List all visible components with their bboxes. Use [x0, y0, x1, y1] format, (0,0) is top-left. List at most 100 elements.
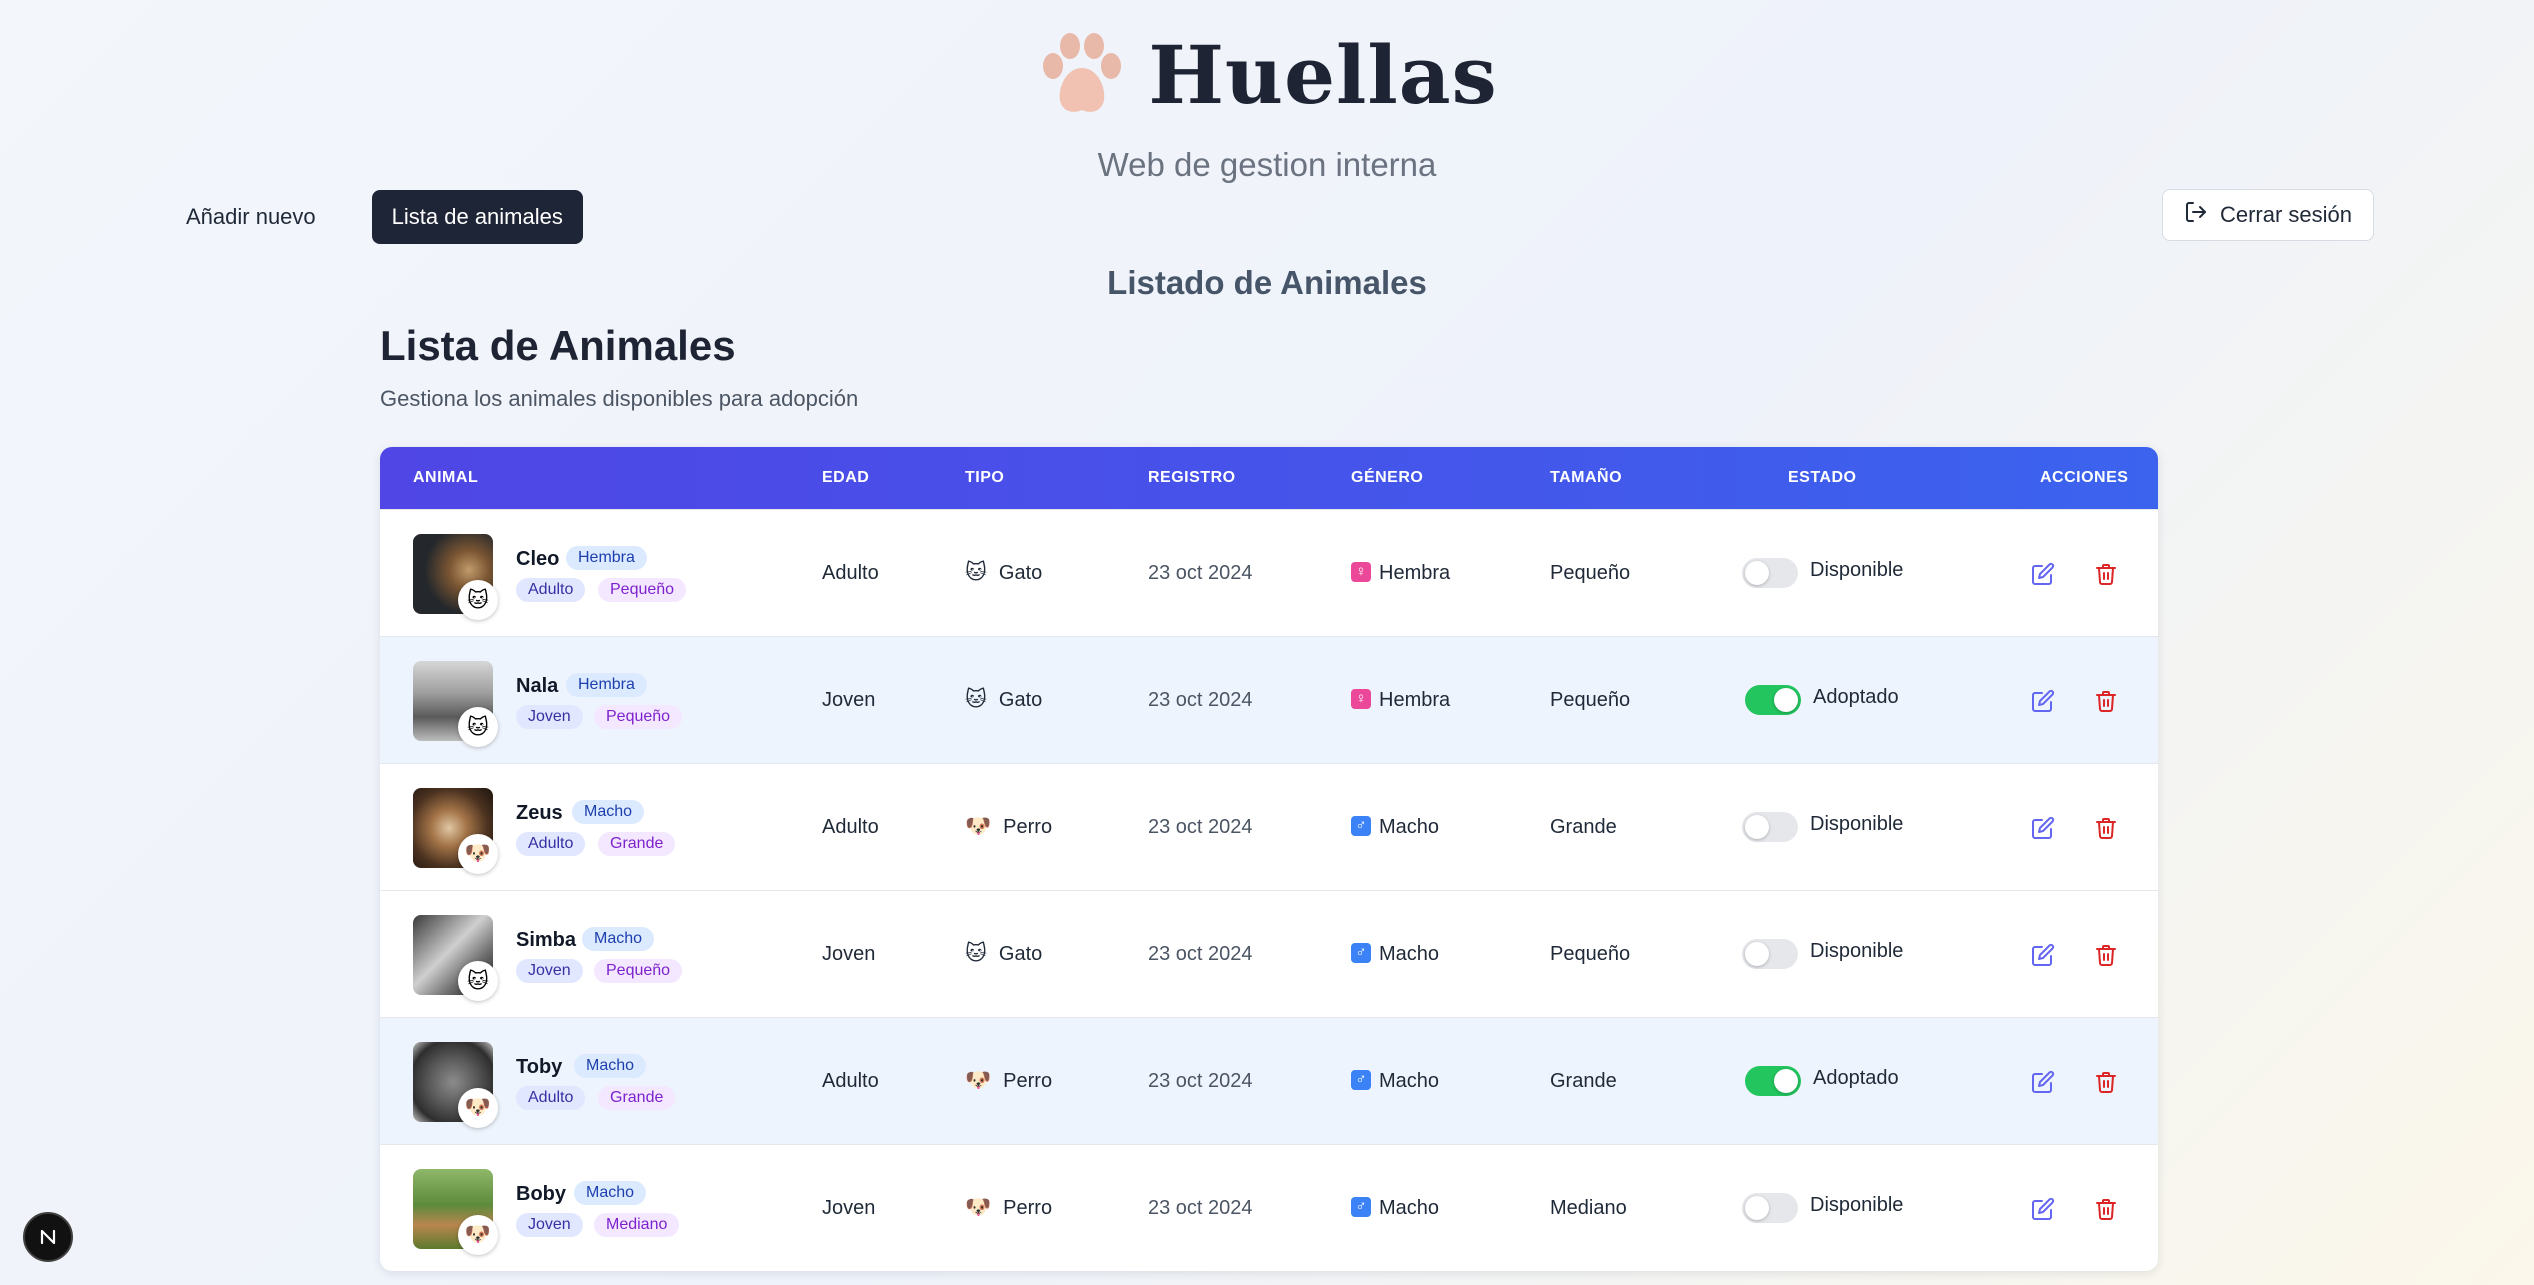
size-cell: Grande — [1550, 816, 1617, 838]
trash-icon — [2096, 1199, 2116, 1220]
delete-button[interactable] — [2092, 941, 2120, 969]
edit-icon — [2032, 943, 2055, 966]
animal-name: Toby — [516, 1056, 563, 1078]
cat-icon: 🐱 — [965, 688, 987, 711]
status-label: Disponible — [1810, 559, 1904, 581]
delete-button[interactable] — [2092, 1195, 2120, 1223]
gender-badge: Macho — [582, 927, 655, 951]
animal-name: Zeus — [516, 802, 563, 824]
female-icon: ♀ — [1351, 561, 1371, 582]
edit-button[interactable] — [2029, 687, 2057, 715]
animal-name: Cleo — [516, 548, 560, 570]
size-badge: Grande — [598, 832, 676, 856]
nav-add-new[interactable]: Añadir nuevo — [170, 190, 332, 244]
status-toggle[interactable] — [1745, 685, 1801, 715]
age-cell: Adulto — [822, 1070, 879, 1092]
toggle-knob — [1774, 688, 1798, 712]
edit-button[interactable] — [2029, 941, 2057, 969]
table-row: 🐱 Cleo Hembra Adulto Pequeño Adulto 🐱 Gat… — [380, 509, 2158, 636]
header-animal: ANIMAL — [413, 469, 479, 486]
cat-icon: 🐱 — [458, 707, 498, 747]
size-cell: Mediano — [1550, 1197, 1627, 1219]
status-toggle[interactable] — [1742, 558, 1798, 588]
status-label: Disponible — [1810, 1194, 1904, 1216]
header-registered: REGISTRO — [1148, 469, 1236, 486]
type-cell: 🐶 Perro — [965, 764, 1052, 890]
header-actions: ACCIONES — [2040, 469, 2129, 486]
table-row: 🐶 Zeus Macho Adulto Grande Adulto 🐶 Perro… — [380, 763, 2158, 890]
type-cell: 🐱 Gato — [965, 891, 1042, 1017]
cat-icon: 🐱 — [458, 580, 498, 620]
type-cell: 🐶 Perro — [965, 1145, 1052, 1271]
app-title: Huellas — [1148, 28, 1498, 122]
cat-icon: 🐱 — [458, 961, 498, 1001]
type-label: Perro — [1003, 816, 1053, 838]
table-row: 🐱 Simba Macho Joven Pequeño Joven 🐱 Gato … — [380, 890, 2158, 1017]
edit-icon — [2032, 1070, 2055, 1093]
dog-icon: 🐶 — [965, 815, 992, 838]
status-toggle[interactable] — [1742, 1193, 1798, 1223]
logout-button[interactable]: Cerrar sesión — [2162, 189, 2374, 241]
size-cell: Pequeño — [1550, 562, 1631, 584]
trash-icon — [2096, 564, 2116, 585]
dog-icon: 🐶 — [458, 834, 498, 874]
size-cell: Pequeño — [1550, 689, 1631, 711]
delete-button[interactable] — [2092, 560, 2120, 588]
dog-icon: 🐶 — [965, 1196, 992, 1219]
age-badge: Joven — [516, 705, 583, 729]
status-label: Disponible — [1810, 813, 1904, 835]
delete-button[interactable] — [2092, 1068, 2120, 1096]
dev-tools-button[interactable] — [23, 1212, 73, 1262]
male-icon: ♂ — [1351, 1196, 1371, 1217]
status-toggle[interactable] — [1742, 812, 1798, 842]
size-badge: Pequeño — [594, 959, 683, 983]
age-badge: Joven — [516, 1213, 583, 1237]
status-label: Adoptado — [1813, 1067, 1899, 1089]
status-toggle[interactable] — [1742, 939, 1798, 969]
delete-button[interactable] — [2092, 814, 2120, 842]
header-size: TAMAÑO — [1550, 469, 1623, 486]
animal-name: Boby — [516, 1183, 566, 1205]
logout-label: Cerrar sesión — [2219, 202, 2353, 227]
animal-name: Nala — [516, 675, 559, 697]
type-label: Gato — [998, 689, 1043, 711]
toggle-knob — [1745, 815, 1769, 839]
toggle-knob — [1745, 561, 1769, 585]
edit-button[interactable] — [2029, 814, 2057, 842]
type-cell: 🐶 Perro — [965, 1018, 1052, 1144]
delete-button[interactable] — [2092, 687, 2120, 715]
gender-badge: Hembra — [566, 673, 647, 697]
gender-cell: ♀ Hembra — [1351, 510, 1450, 636]
registered-cell: 23 oct 2024 — [1148, 562, 1253, 584]
trash-icon — [2096, 818, 2116, 839]
registered-cell: 23 oct 2024 — [1148, 689, 1253, 711]
type-cell: 🐱 Gato — [965, 637, 1042, 763]
edit-button[interactable] — [2029, 1195, 2057, 1223]
gender-label: Hembra — [1379, 689, 1451, 711]
edit-button[interactable] — [2029, 1068, 2057, 1096]
gender-cell: ♂ Macho — [1351, 1018, 1439, 1144]
age-badge: Adulto — [516, 578, 586, 602]
logout-icon — [2184, 200, 2208, 230]
age-badge: Joven — [516, 959, 583, 983]
gender-label: Hembra — [1379, 562, 1451, 584]
trash-icon — [2096, 691, 2116, 712]
age-cell: Joven — [822, 689, 876, 711]
size-cell: Grande — [1550, 1070, 1617, 1092]
paw-icon — [1036, 30, 1128, 120]
type-cell: 🐱 Gato — [965, 510, 1042, 636]
nav-animal-list[interactable]: Lista de animales — [371, 190, 583, 244]
edit-button[interactable] — [2029, 560, 2057, 588]
size-badge: Mediano — [594, 1213, 680, 1237]
gender-label: Macho — [1379, 1197, 1440, 1219]
gender-label: Macho — [1379, 816, 1440, 838]
status-toggle[interactable] — [1745, 1066, 1801, 1096]
n-logo-icon — [40, 1229, 56, 1245]
type-label: Gato — [998, 562, 1043, 584]
section-title: Listado de Animales — [1107, 264, 1427, 301]
header-age: EDAD — [822, 469, 870, 486]
gender-label: Macho — [1379, 1070, 1440, 1092]
gender-cell: ♂ Macho — [1351, 764, 1439, 890]
dog-icon: 🐶 — [458, 1215, 498, 1255]
registered-cell: 23 oct 2024 — [1148, 943, 1253, 965]
